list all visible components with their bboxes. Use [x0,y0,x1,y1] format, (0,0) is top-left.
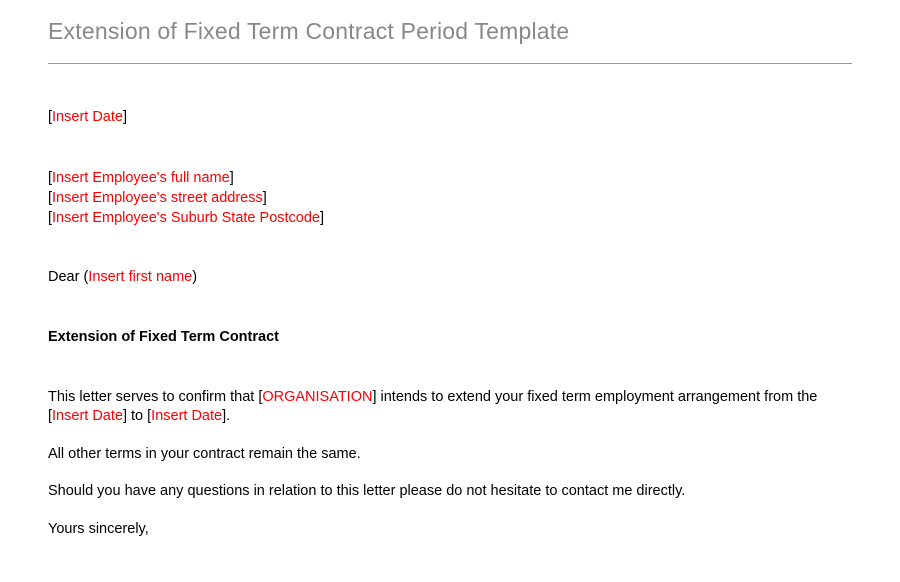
date-line: [Insert Date] [48,108,852,128]
letter-body: [Insert Date] [Insert Employee's full na… [48,108,852,539]
address-block: [Insert Employee's full name] [Insert Em… [48,168,852,229]
dear-text: Dear ( [48,269,88,285]
page-title: Extension of Fixed Term Contract Period … [48,18,852,45]
address-line-2: [Insert Employee's street address] [48,188,852,208]
paragraph-1: This letter serves to confirm that [ORGA… [48,388,852,427]
bracket-close: ] [123,109,127,125]
placeholder-organisation: ORGANISATION [262,389,372,405]
divider [48,63,852,64]
placeholder-firstname: Insert first name [88,269,192,285]
placeholder-to-date: Insert Date [151,408,222,424]
placeholder-suburb: Insert Employee's Suburb State Postcode [52,210,320,226]
bracket-close: ] [320,210,324,226]
salutation: Dear (Insert first name) [48,268,852,288]
placeholder-date: Insert Date [52,109,123,125]
subject-line: Extension of Fixed Term Contract [48,328,852,348]
placeholder-fullname: Insert Employee's full name [52,170,230,186]
address-line-3: [Insert Employee's Suburb State Postcode… [48,208,852,228]
paragraph-2: All other terms in your contract remain … [48,445,852,465]
bracket-close: ] [263,190,267,206]
placeholder-from-date: Insert Date [52,408,123,424]
address-line-1: [Insert Employee's full name] [48,168,852,188]
placeholder-street: Insert Employee's street address [52,190,263,206]
signoff: Yours sincerely, [48,520,852,540]
p1-text-d: ]. [222,408,230,424]
p1-text-c: ] to [ [123,408,151,424]
paragraph-3: Should you have any questions in relatio… [48,482,852,502]
salutation-close: ) [192,269,197,285]
p1-text-a: This letter serves to confirm that [ [48,389,262,405]
bracket-close: ] [230,170,234,186]
